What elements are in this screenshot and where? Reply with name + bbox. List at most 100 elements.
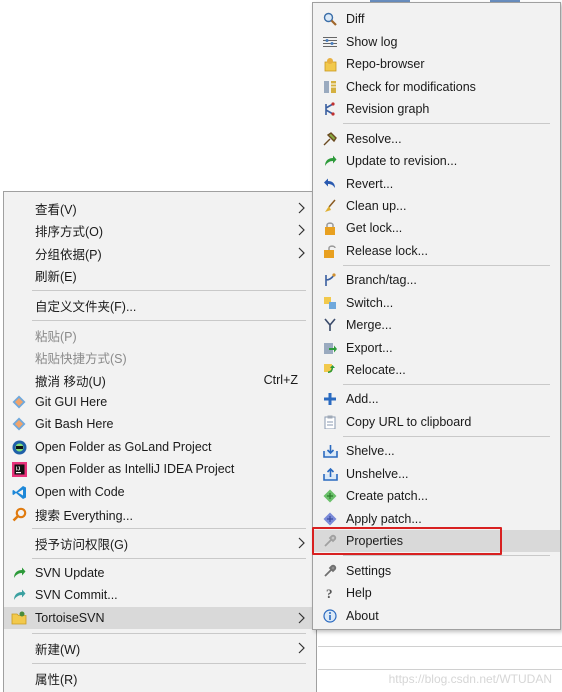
menu-item-label: Diff <box>346 12 365 26</box>
svn-menu-unshelve[interactable]: Unshelve... <box>313 463 560 485</box>
svn-menu-release-lock[interactable]: Release lock... <box>313 240 560 262</box>
menu-item-label: 撤消 移动(U) <box>35 374 106 389</box>
menu-item-label: Clean up... <box>346 199 407 213</box>
svn-menu-create-patch[interactable]: Create patch... <box>313 485 560 507</box>
menu-separator <box>343 436 550 437</box>
menu-item-label: 查看(V) <box>35 202 77 217</box>
menu-separator <box>32 320 306 321</box>
menu-item-properties[interactable]: 属性(R) <box>4 667 316 689</box>
menu-item-label: Check for modifications <box>346 80 476 94</box>
chevron-right-icon <box>298 247 305 259</box>
menu-item-label: 排序方式(O) <box>35 224 104 239</box>
svn-menu-repo-browser[interactable]: Repo-browser <box>313 53 560 75</box>
menu-item-label: About <box>346 609 379 623</box>
git-icon <box>11 394 27 410</box>
svn-menu-export[interactable]: Export... <box>313 337 560 359</box>
intellij-icon: IJ <box>11 461 27 477</box>
goland-icon <box>11 439 27 455</box>
menu-item-paste-shortcut[interactable]: 粘贴快捷方式(S) <box>4 346 316 368</box>
help-question-icon: ? <box>322 585 338 601</box>
svn-menu-relocate[interactable]: Relocate... <box>313 359 560 381</box>
menu-item-git-bash[interactable]: Git Bash Here <box>4 413 316 435</box>
menu-item-customize-folder[interactable]: 自定义文件夹(F)... <box>4 294 316 316</box>
menu-item-label: Branch/tag... <box>346 273 417 287</box>
menu-item-label: Open with Code <box>35 485 125 499</box>
svn-menu-diff[interactable]: Diff <box>313 8 560 30</box>
menu-item-label: Git Bash Here <box>35 417 114 431</box>
menu-item-git-gui[interactable]: Git GUI Here <box>4 391 316 413</box>
svn-menu-revert[interactable]: Revert... <box>313 173 560 195</box>
menu-item-group-by[interactable]: 分组依据(P) <box>4 242 316 264</box>
menu-item-label: Settings <box>346 564 392 578</box>
menu-item-label: Revision graph <box>346 102 430 116</box>
switch-icon <box>322 295 338 311</box>
svn-menu-update-to-revision[interactable]: Update to revision... <box>313 150 560 172</box>
menu-item-label: Show log <box>346 35 398 49</box>
chevron-right-icon <box>298 537 305 549</box>
magnifier-icon <box>11 506 27 522</box>
info-icon <box>322 608 338 624</box>
menu-item-svn-commit[interactable]: SVN Commit... <box>4 584 316 606</box>
menu-item-open-intellij[interactable]: IJ Open Folder as IntelliJ IDEA Project <box>4 458 316 480</box>
settings-wrench-icon <box>322 563 338 579</box>
menu-item-sort-by[interactable]: 排序方式(O) <box>4 219 316 241</box>
svn-menu-clean-up[interactable]: Clean up... <box>313 195 560 217</box>
menu-item-label: Switch... <box>346 296 394 310</box>
svn-menu-merge[interactable]: Merge... <box>313 314 560 336</box>
menu-item-label: Apply patch... <box>346 512 422 526</box>
menu-item-label: Open Folder as GoLand Project <box>35 440 212 454</box>
svn-menu-resolve[interactable]: Resolve... <box>313 128 560 150</box>
menu-item-label: Shelve... <box>346 444 395 458</box>
menu-item-give-access[interactable]: 授予访问权限(G) <box>4 532 316 554</box>
menu-separator <box>32 290 306 291</box>
menu-item-svn-update[interactable]: SVN Update <box>4 562 316 584</box>
menu-item-new[interactable]: 新建(W) <box>4 637 316 659</box>
menu-item-refresh[interactable]: 刷新(E) <box>4 264 316 286</box>
menu-separator <box>343 384 550 385</box>
menu-item-label: Export... <box>346 341 393 355</box>
svn-commit-icon <box>11 587 27 603</box>
svn-menu-settings[interactable]: Settings <box>313 560 560 582</box>
highlight-annotation-box <box>312 527 502 555</box>
svn-menu-switch[interactable]: Switch... <box>313 292 560 314</box>
svn-menu-branch-tag[interactable]: Branch/tag... <box>313 269 560 291</box>
menu-item-search-everything[interactable]: 搜索 Everything... <box>4 503 316 525</box>
menu-item-shortcut: Ctrl+Z <box>263 373 298 387</box>
chevron-right-icon <box>298 612 305 624</box>
git-icon <box>11 416 27 432</box>
menu-item-label: SVN Commit... <box>35 588 118 602</box>
menu-separator <box>32 558 306 559</box>
svn-menu-check-modifications[interactable]: Check for modifications <box>313 76 560 98</box>
clipboard-icon <box>322 414 338 430</box>
menu-item-view[interactable]: 查看(V) <box>4 197 316 219</box>
menu-item-label: Revert... <box>346 177 394 191</box>
unshelve-icon <box>322 466 338 482</box>
menu-item-label: Unshelve... <box>346 467 409 481</box>
svn-menu-help[interactable]: ? Help <box>313 582 560 604</box>
svn-menu-show-log[interactable]: Show log <box>313 31 560 53</box>
menu-item-label: Copy URL to clipboard <box>346 415 472 429</box>
menu-item-label: Update to revision... <box>346 154 458 168</box>
svn-menu-add[interactable]: Add... <box>313 388 560 410</box>
svn-menu-revision-graph[interactable]: Revision graph <box>313 98 560 120</box>
menu-item-label: Open Folder as IntelliJ IDEA Project <box>35 462 235 476</box>
menu-item-open-with-code[interactable]: Open with Code <box>4 481 316 503</box>
svn-menu-copy-url[interactable]: Copy URL to clipboard <box>313 411 560 433</box>
chevron-right-icon <box>298 224 305 236</box>
svg-text:IJ: IJ <box>16 466 20 472</box>
menu-item-open-goland[interactable]: Open Folder as GoLand Project <box>4 436 316 458</box>
menu-item-label: 搜索 Everything... <box>35 508 133 523</box>
menu-item-tortoisesvn[interactable]: TortoiseSVN <box>4 607 316 629</box>
resolve-icon <box>322 131 338 147</box>
update-arrow-icon <box>322 153 338 169</box>
menu-item-label: 粘贴快捷方式(S) <box>35 351 127 366</box>
menu-item-label: Resolve... <box>346 132 402 146</box>
menu-item-undo-move[interactable]: 撤消 移动(U) Ctrl+Z <box>4 369 316 391</box>
menu-item-label: 刷新(E) <box>35 269 77 284</box>
menu-item-paste[interactable]: 粘贴(P) <box>4 324 316 346</box>
svn-menu-shelve[interactable]: Shelve... <box>313 440 560 462</box>
svn-menu-get-lock[interactable]: Get lock... <box>313 217 560 239</box>
svn-update-icon <box>11 565 27 581</box>
release-lock-icon <box>322 243 338 259</box>
svn-menu-about[interactable]: About <box>313 605 560 627</box>
